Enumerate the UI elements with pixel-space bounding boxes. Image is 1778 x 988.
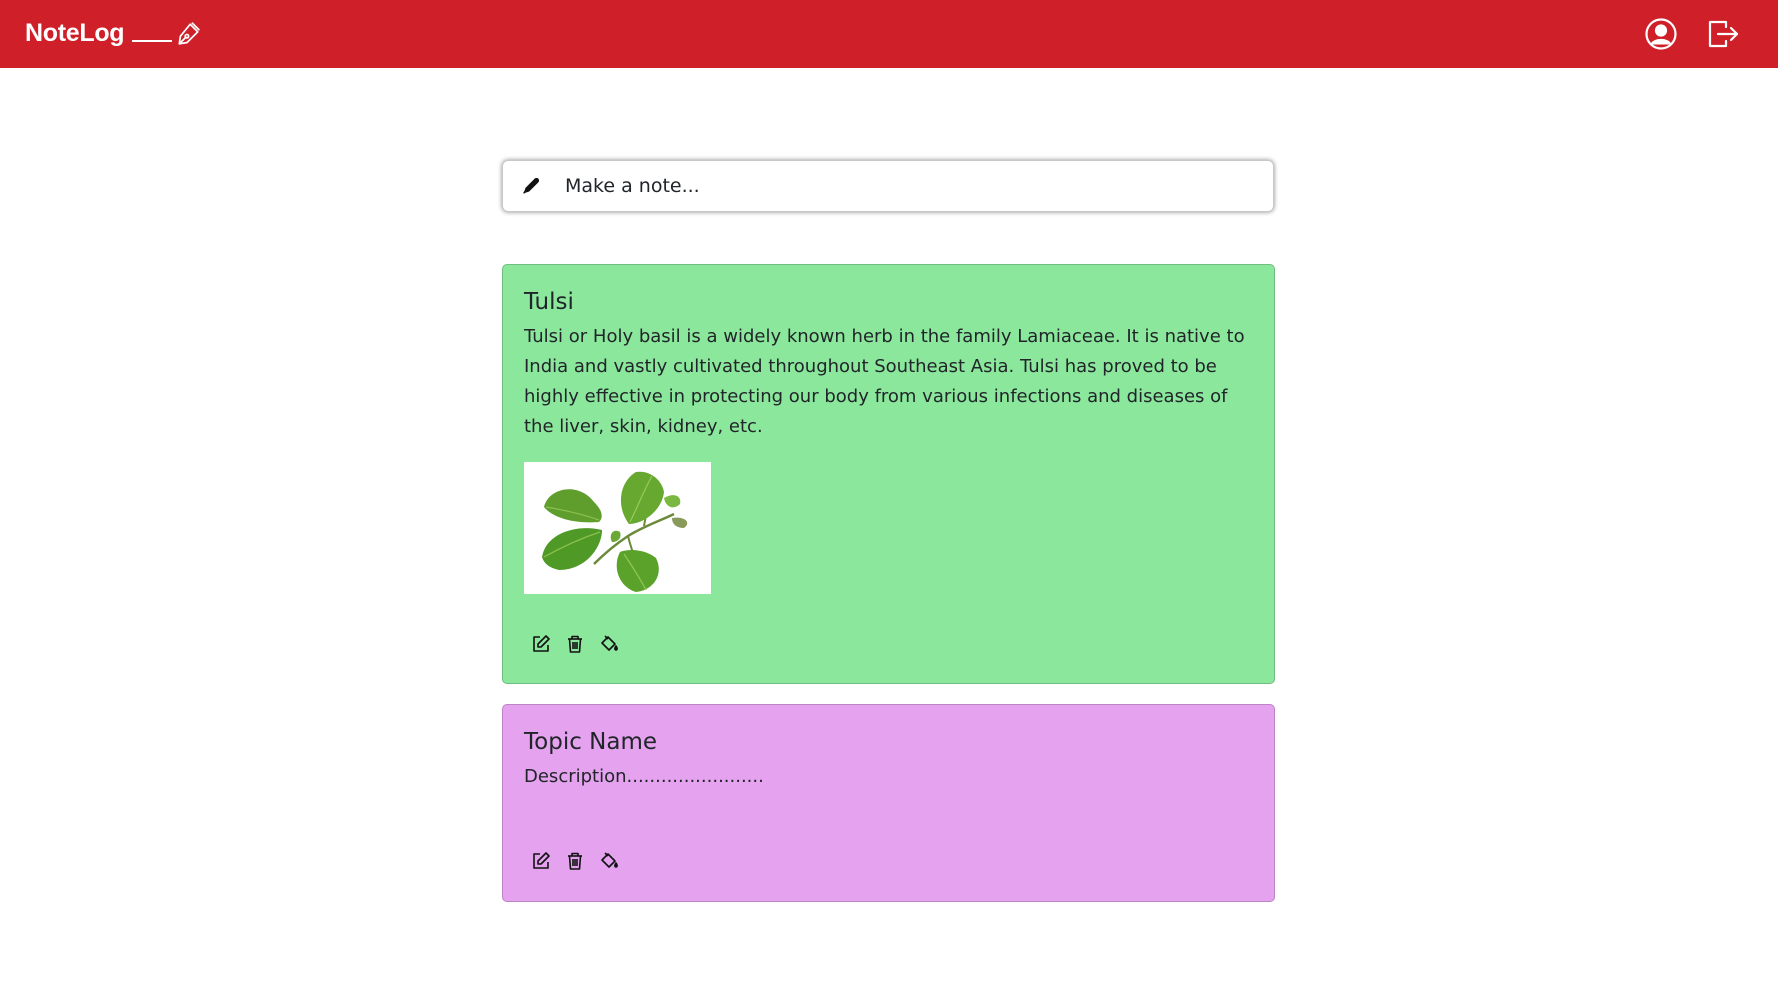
logout-icon[interactable] bbox=[1706, 17, 1740, 51]
note-card: Topic Name Description..................… bbox=[502, 704, 1275, 902]
edit-icon[interactable] bbox=[531, 634, 551, 654]
paint-bucket-icon[interactable] bbox=[599, 851, 619, 871]
navbar: NoteLog bbox=[0, 0, 1778, 68]
tulsi-leaf-image bbox=[524, 462, 711, 594]
note-actions bbox=[531, 634, 619, 654]
pen-nib-icon bbox=[178, 22, 200, 45]
make-note-field[interactable] bbox=[502, 160, 1274, 212]
paint-bucket-icon[interactable] bbox=[599, 634, 619, 654]
edit-icon[interactable] bbox=[531, 851, 551, 871]
note-description: Description........................ bbox=[524, 766, 764, 787]
note-title: Tulsi bbox=[524, 289, 574, 315]
user-circle-icon[interactable] bbox=[1644, 17, 1678, 51]
brand-underline bbox=[132, 40, 173, 42]
brand-logo[interactable]: NoteLog bbox=[25, 18, 201, 48]
pencil-icon bbox=[523, 177, 540, 194]
note-description: Tulsi or Holy basil is a widely known he… bbox=[524, 326, 1245, 437]
make-note-input[interactable] bbox=[565, 166, 1245, 206]
brand-name: NoteLog bbox=[25, 19, 125, 47]
note-title: Topic Name bbox=[524, 729, 658, 755]
trash-icon[interactable] bbox=[565, 851, 585, 871]
trash-icon[interactable] bbox=[565, 634, 585, 654]
note-actions bbox=[531, 851, 619, 871]
note-card: Tulsi Tulsi or Holy basil is a widely kn… bbox=[502, 264, 1275, 684]
